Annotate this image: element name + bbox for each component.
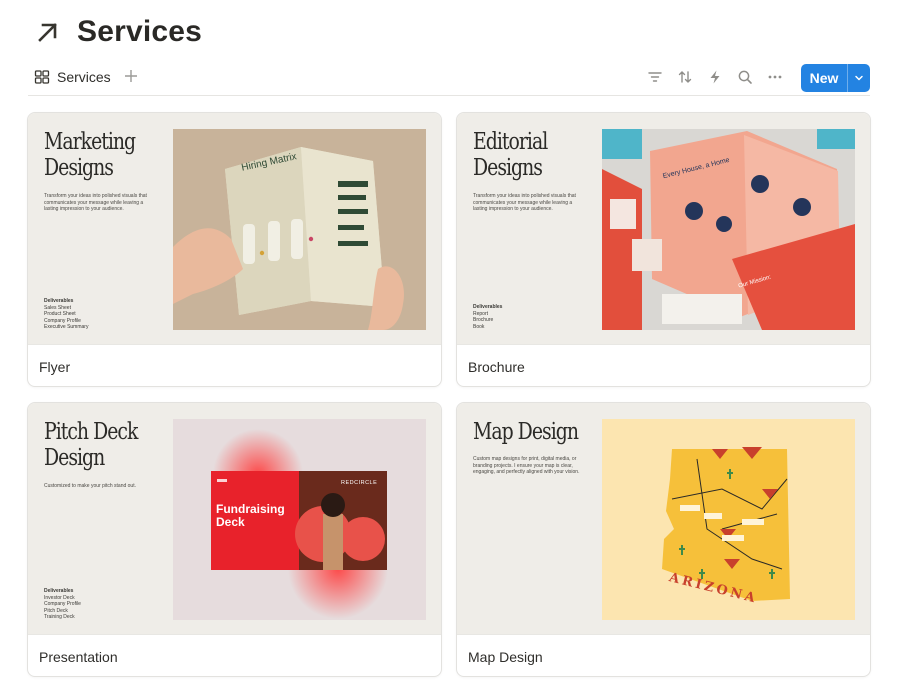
deliverable-item: Brochure	[473, 317, 494, 324]
deliverables-heading: Deliverables	[44, 588, 74, 594]
more-button[interactable]	[760, 66, 790, 88]
cover-description: Transform your ideas into polished visua…	[473, 193, 576, 213]
sort-button[interactable]	[670, 66, 700, 88]
map-cover-image: ARIZONA	[602, 419, 855, 620]
cover-deliverables: Deliverables Sales Sheet Product Sheet C…	[44, 298, 88, 331]
search-button[interactable]	[730, 66, 760, 88]
card-cover: Pitch Deck Design Customized to make you…	[28, 403, 441, 635]
flyer-cover-image: Hiring Matrix	[173, 129, 426, 330]
cover-heading: Marketing Designs	[44, 129, 136, 181]
filter-button[interactable]	[640, 66, 670, 88]
card-title: Presentation	[39, 649, 118, 665]
page-title: Services	[77, 15, 203, 48]
deliverable-item: Pitch Deck	[44, 607, 68, 614]
cover-heading: Editorial Designs	[473, 129, 548, 181]
cover-description: Customized to make your pitch stand out.	[44, 483, 136, 489]
automation-button[interactable]	[700, 66, 730, 88]
new-button[interactable]: New	[801, 64, 847, 92]
deliverable-item: Training Deck	[44, 614, 75, 621]
arrow-up-right-icon	[38, 23, 57, 42]
deliverable-item: Sales Sheet	[44, 304, 71, 311]
deliverable-item: Company Profile	[44, 317, 81, 324]
cover-heading: Pitch Deck Design	[44, 419, 138, 471]
card-title: Brochure	[468, 359, 525, 375]
page-header: Services	[35, 14, 202, 50]
card-cover: Editorial Designs Transform your ideas i…	[457, 113, 870, 345]
gallery-card-map-design[interactable]: Map Design Custom map designs for print,…	[456, 402, 871, 677]
card-cover: Marketing Designs Transform your ideas i…	[28, 113, 441, 345]
deliverables-heading: Deliverables	[44, 298, 74, 304]
automation-bolt-icon	[710, 70, 720, 84]
more-icon	[768, 75, 782, 79]
cover-heading: Map Design	[473, 419, 579, 445]
deliverables-heading: Deliverables	[473, 304, 503, 310]
view-tab-label: Services	[57, 69, 111, 85]
sort-icon	[678, 71, 692, 83]
gallery-grid-icon	[34, 70, 50, 84]
deliverable-item: Product Sheet	[44, 311, 76, 318]
deliverable-item: Company Profile	[44, 601, 81, 608]
presentation-cover-image: Fundraising Deck REDCIRCLE	[173, 419, 426, 620]
gallery-card-brochure[interactable]: Editorial Designs Transform your ideas i…	[456, 112, 871, 387]
toolbar-actions	[640, 66, 790, 88]
cover-description: Transform your ideas into polished visua…	[44, 193, 147, 213]
gallery-card-flyer[interactable]: Marketing Designs Transform your ideas i…	[27, 112, 442, 387]
deliverable-item: Report	[473, 310, 489, 317]
filter-icon	[648, 72, 662, 82]
presentation-image-text-2: REDCIRCLE	[341, 480, 378, 486]
deliverable-item: Book	[473, 323, 485, 330]
cover-deliverables: Deliverables Investor Deck Company Profi…	[44, 588, 81, 621]
card-cover: Map Design Custom map designs for print,…	[457, 403, 870, 635]
view-tab-services[interactable]: Services	[34, 66, 111, 88]
card-title: Map Design	[468, 649, 543, 665]
deliverable-item: Investor Deck	[44, 594, 75, 601]
search-icon	[738, 70, 752, 84]
presentation-image-text: Fundraising Deck	[216, 502, 285, 529]
database-toolbar: Services New	[28, 62, 870, 96]
card-title: Flyer	[39, 359, 71, 375]
brochure-cover-image: Every House, a Home Our Mission:	[602, 129, 855, 330]
cover-deliverables: Deliverables Report Brochure Book	[473, 304, 502, 330]
deliverable-item: Executive Summary	[44, 324, 89, 331]
chevron-down-icon	[855, 75, 863, 81]
add-view-plus-icon[interactable]	[123, 68, 139, 84]
gallery-card-presentation[interactable]: Pitch Deck Design Customized to make you…	[27, 402, 442, 677]
cover-description: Custom map designs for print, digital me…	[473, 456, 580, 476]
new-options-button[interactable]	[848, 64, 870, 92]
new-button-group: New	[801, 64, 870, 92]
